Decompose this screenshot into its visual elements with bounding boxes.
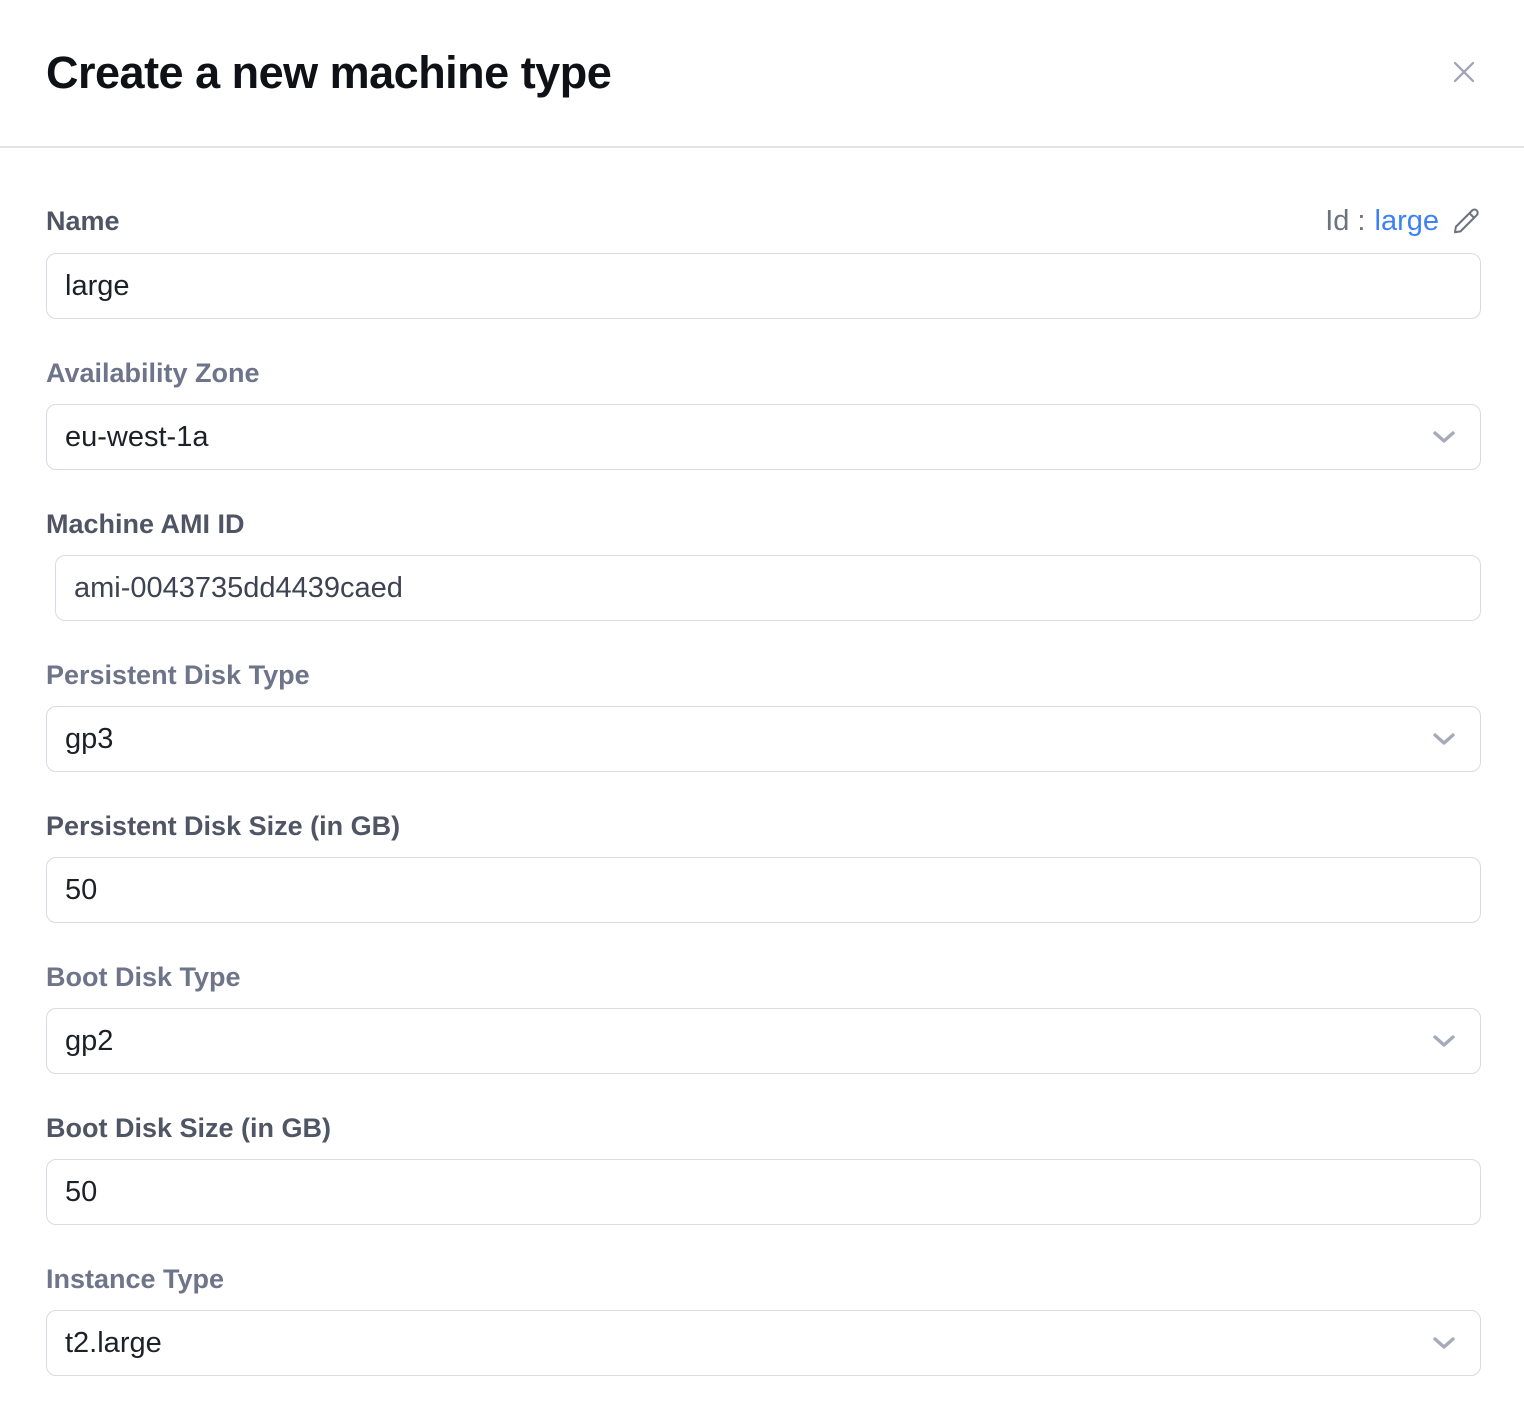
persistent-disk-size-input[interactable] xyxy=(46,857,1481,923)
field-group-persistent-disk-type: Persistent Disk Type gp3 xyxy=(46,661,1481,772)
name-input[interactable] xyxy=(46,253,1481,319)
close-icon xyxy=(1448,76,1480,91)
field-group-machine-ami-id: Machine AMI ID xyxy=(46,510,1481,621)
field-group-persistent-disk-size: Persistent Disk Size (in GB) xyxy=(46,812,1481,923)
machine-ami-id-input[interactable] xyxy=(55,555,1481,621)
close-button[interactable] xyxy=(1448,56,1480,88)
availability-zone-value: eu-west-1a xyxy=(65,421,208,454)
availability-zone-select[interactable]: eu-west-1a xyxy=(46,404,1481,470)
instance-type-value: t2.large xyxy=(65,1327,162,1360)
instance-type-label: Instance Type xyxy=(46,1265,224,1293)
instance-type-select[interactable]: t2.large xyxy=(46,1310,1481,1376)
dialog-title: Create a new machine type xyxy=(46,44,611,102)
boot-disk-type-label: Boot Disk Type xyxy=(46,963,241,991)
edit-id-button[interactable] xyxy=(1451,206,1481,236)
name-label: Name xyxy=(46,207,120,235)
field-group-boot-disk-type: Boot Disk Type gp2 xyxy=(46,963,1481,1074)
create-machine-type-dialog: Create a new machine type Name Id : larg… xyxy=(0,0,1524,1418)
availability-zone-label: Availability Zone xyxy=(46,359,260,387)
id-prefix-label: Id : xyxy=(1325,206,1365,236)
dialog-header: Create a new machine type xyxy=(0,0,1524,148)
persistent-disk-type-select[interactable]: gp3 xyxy=(46,706,1481,772)
boot-disk-size-input[interactable] xyxy=(46,1159,1481,1225)
id-value: large xyxy=(1375,206,1440,236)
pencil-icon xyxy=(1451,224,1481,239)
persistent-disk-type-label: Persistent Disk Type xyxy=(46,661,310,689)
field-group-boot-disk-size: Boot Disk Size (in GB) xyxy=(46,1114,1481,1225)
chevron-down-icon xyxy=(1432,732,1456,746)
chevron-down-icon xyxy=(1432,1034,1456,1048)
chevron-down-icon xyxy=(1432,430,1456,444)
boot-disk-size-label: Boot Disk Size (in GB) xyxy=(46,1114,331,1142)
persistent-disk-size-label: Persistent Disk Size (in GB) xyxy=(46,812,400,840)
field-group-instance-type: Instance Type t2.large xyxy=(46,1265,1481,1376)
machine-ami-id-label: Machine AMI ID xyxy=(46,510,245,538)
dialog-body: Name Id : large xyxy=(0,148,1524,1376)
boot-disk-type-value: gp2 xyxy=(65,1025,113,1058)
chevron-down-icon xyxy=(1432,1336,1456,1350)
boot-disk-type-select[interactable]: gp2 xyxy=(46,1008,1481,1074)
field-group-availability-zone: Availability Zone eu-west-1a xyxy=(46,359,1481,470)
id-badge: Id : large xyxy=(1325,206,1481,236)
persistent-disk-type-value: gp3 xyxy=(65,723,113,756)
field-group-name: Name Id : large xyxy=(46,206,1481,319)
